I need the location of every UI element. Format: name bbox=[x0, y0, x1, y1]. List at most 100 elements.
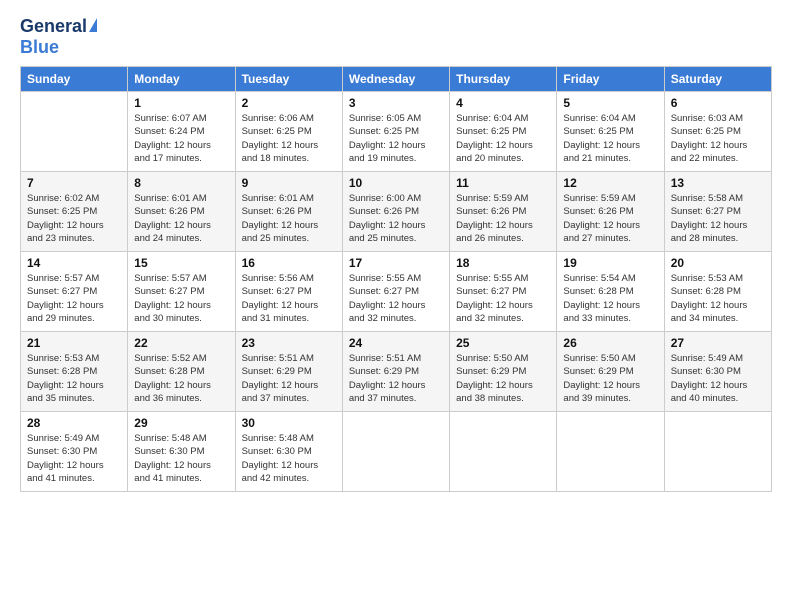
logo-blue-text: Blue bbox=[20, 37, 59, 57]
calendar-cell: 17 Sunrise: 5:55 AM Sunset: 6:27 PM Dayli… bbox=[342, 252, 449, 332]
calendar-table: SundayMondayTuesdayWednesdayThursdayFrid… bbox=[20, 66, 772, 492]
day-number: 16 bbox=[242, 256, 336, 270]
day-number: 20 bbox=[671, 256, 765, 270]
day-info: Sunrise: 5:53 AM Sunset: 6:28 PM Dayligh… bbox=[671, 272, 765, 325]
day-number: 10 bbox=[349, 176, 443, 190]
day-number: 19 bbox=[563, 256, 657, 270]
day-info: Sunrise: 6:03 AM Sunset: 6:25 PM Dayligh… bbox=[671, 112, 765, 165]
day-number: 1 bbox=[134, 96, 228, 110]
day-info: Sunrise: 5:48 AM Sunset: 6:30 PM Dayligh… bbox=[242, 432, 336, 485]
calendar-cell bbox=[664, 412, 771, 492]
calendar-cell: 16 Sunrise: 5:56 AM Sunset: 6:27 PM Dayli… bbox=[235, 252, 342, 332]
calendar-cell: 23Sunrise: 5:51 AM Sunset: 6:29 PM Dayli… bbox=[235, 332, 342, 412]
day-number: 28 bbox=[27, 416, 121, 430]
day-number: 9 bbox=[242, 176, 336, 190]
day-number: 18 bbox=[456, 256, 550, 270]
calendar-cell: 11 Sunrise: 5:59 AM Sunset: 6:26 PM Dayli… bbox=[450, 172, 557, 252]
day-number: 7 bbox=[27, 176, 121, 190]
day-info: Sunrise: 5:56 AM Sunset: 6:27 PM Dayligh… bbox=[242, 272, 336, 325]
calendar-cell: 29 Sunrise: 5:48 AM Sunset: 6:30 PM Dayli… bbox=[128, 412, 235, 492]
day-number: 8 bbox=[134, 176, 228, 190]
day-number: 21 bbox=[27, 336, 121, 350]
day-info: Sunrise: 6:01 AM Sunset: 6:26 PM Dayligh… bbox=[134, 192, 228, 245]
day-info: Sunrise: 5:54 AM Sunset: 6:28 PM Dayligh… bbox=[563, 272, 657, 325]
day-number: 25 bbox=[456, 336, 550, 350]
day-info: Sunrise: 6:07 AM Sunset: 6:24 PM Dayligh… bbox=[134, 112, 228, 165]
calendar-cell: 30 Sunrise: 5:48 AM Sunset: 6:30 PM Dayli… bbox=[235, 412, 342, 492]
day-number: 15 bbox=[134, 256, 228, 270]
calendar-cell: 24 Sunrise: 5:51 AM Sunset: 6:29 PM Dayli… bbox=[342, 332, 449, 412]
day-info: Sunrise: 6:04 AM Sunset: 6:25 PM Dayligh… bbox=[456, 112, 550, 165]
day-info: Sunrise: 5:50 AM Sunset: 6:29 PM Dayligh… bbox=[456, 352, 550, 405]
calendar-cell bbox=[21, 92, 128, 172]
calendar-cell bbox=[557, 412, 664, 492]
calendar-cell: 5 Sunrise: 6:04 AM Sunset: 6:25 PM Daylig… bbox=[557, 92, 664, 172]
weekday-header-sunday: Sunday bbox=[21, 67, 128, 92]
day-info: Sunrise: 6:02 AM Sunset: 6:25 PM Dayligh… bbox=[27, 192, 121, 245]
calendar-cell: 9 Sunrise: 6:01 AM Sunset: 6:26 PM Daylig… bbox=[235, 172, 342, 252]
calendar-cell: 7 Sunrise: 6:02 AM Sunset: 6:25 PM Daylig… bbox=[21, 172, 128, 252]
calendar-cell: 18 Sunrise: 5:55 AM Sunset: 6:27 PM Dayli… bbox=[450, 252, 557, 332]
day-info: Sunrise: 5:55 AM Sunset: 6:27 PM Dayligh… bbox=[349, 272, 443, 325]
day-info: Sunrise: 6:04 AM Sunset: 6:25 PM Dayligh… bbox=[563, 112, 657, 165]
calendar-cell: 10Sunrise: 6:00 AM Sunset: 6:26 PM Dayli… bbox=[342, 172, 449, 252]
day-number: 13 bbox=[671, 176, 765, 190]
calendar-cell: 13 Sunrise: 5:58 AM Sunset: 6:27 PM Dayli… bbox=[664, 172, 771, 252]
calendar-cell: 8 Sunrise: 6:01 AM Sunset: 6:26 PM Daylig… bbox=[128, 172, 235, 252]
calendar-cell: 14 Sunrise: 5:57 AM Sunset: 6:27 PM Dayli… bbox=[21, 252, 128, 332]
weekday-header-wednesday: Wednesday bbox=[342, 67, 449, 92]
day-number: 11 bbox=[456, 176, 550, 190]
calendar-week-row: 28 Sunrise: 5:49 AM Sunset: 6:30 PM Dayli… bbox=[21, 412, 772, 492]
day-number: 5 bbox=[563, 96, 657, 110]
weekday-header-monday: Monday bbox=[128, 67, 235, 92]
calendar-cell: 26Sunrise: 5:50 AM Sunset: 6:29 PM Dayli… bbox=[557, 332, 664, 412]
calendar-cell: 19 Sunrise: 5:54 AM Sunset: 6:28 PM Dayli… bbox=[557, 252, 664, 332]
calendar-cell: 12 Sunrise: 5:59 AM Sunset: 6:26 PM Dayli… bbox=[557, 172, 664, 252]
calendar-cell: 22Sunrise: 5:52 AM Sunset: 6:28 PM Dayli… bbox=[128, 332, 235, 412]
logo-triangle-icon bbox=[89, 18, 97, 32]
day-number: 4 bbox=[456, 96, 550, 110]
calendar-cell: 20 Sunrise: 5:53 AM Sunset: 6:28 PM Dayli… bbox=[664, 252, 771, 332]
day-info: Sunrise: 5:49 AM Sunset: 6:30 PM Dayligh… bbox=[27, 432, 121, 485]
calendar-week-row: 14 Sunrise: 5:57 AM Sunset: 6:27 PM Dayli… bbox=[21, 252, 772, 332]
day-info: Sunrise: 6:05 AM Sunset: 6:25 PM Dayligh… bbox=[349, 112, 443, 165]
weekday-header-thursday: Thursday bbox=[450, 67, 557, 92]
day-info: Sunrise: 5:52 AM Sunset: 6:28 PM Dayligh… bbox=[134, 352, 228, 405]
day-info: Sunrise: 6:06 AM Sunset: 6:25 PM Dayligh… bbox=[242, 112, 336, 165]
logo-general-text: General bbox=[20, 16, 87, 37]
day-number: 14 bbox=[27, 256, 121, 270]
day-info: Sunrise: 5:55 AM Sunset: 6:27 PM Dayligh… bbox=[456, 272, 550, 325]
weekday-header-friday: Friday bbox=[557, 67, 664, 92]
day-info: Sunrise: 6:01 AM Sunset: 6:26 PM Dayligh… bbox=[242, 192, 336, 245]
weekday-header-saturday: Saturday bbox=[664, 67, 771, 92]
day-info: Sunrise: 5:59 AM Sunset: 6:26 PM Dayligh… bbox=[456, 192, 550, 245]
day-info: Sunrise: 5:57 AM Sunset: 6:27 PM Dayligh… bbox=[134, 272, 228, 325]
calendar-cell: 27 Sunrise: 5:49 AM Sunset: 6:30 PM Dayli… bbox=[664, 332, 771, 412]
calendar-cell: 15 Sunrise: 5:57 AM Sunset: 6:27 PM Dayli… bbox=[128, 252, 235, 332]
day-info: Sunrise: 5:59 AM Sunset: 6:26 PM Dayligh… bbox=[563, 192, 657, 245]
day-number: 24 bbox=[349, 336, 443, 350]
day-info: Sunrise: 5:57 AM Sunset: 6:27 PM Dayligh… bbox=[27, 272, 121, 325]
calendar-cell: 4 Sunrise: 6:04 AM Sunset: 6:25 PM Daylig… bbox=[450, 92, 557, 172]
calendar-week-row: 7 Sunrise: 6:02 AM Sunset: 6:25 PM Daylig… bbox=[21, 172, 772, 252]
day-info: Sunrise: 5:51 AM Sunset: 6:29 PM Dayligh… bbox=[349, 352, 443, 405]
day-number: 12 bbox=[563, 176, 657, 190]
day-number: 27 bbox=[671, 336, 765, 350]
calendar-cell: 25 Sunrise: 5:50 AM Sunset: 6:29 PM Dayli… bbox=[450, 332, 557, 412]
day-info: Sunrise: 5:49 AM Sunset: 6:30 PM Dayligh… bbox=[671, 352, 765, 405]
day-number: 30 bbox=[242, 416, 336, 430]
calendar-cell: 6Sunrise: 6:03 AM Sunset: 6:25 PM Daylig… bbox=[664, 92, 771, 172]
calendar-cell: 28 Sunrise: 5:49 AM Sunset: 6:30 PM Dayli… bbox=[21, 412, 128, 492]
day-number: 29 bbox=[134, 416, 228, 430]
day-number: 26 bbox=[563, 336, 657, 350]
page-header: General Blue bbox=[20, 16, 772, 58]
day-info: Sunrise: 5:53 AM Sunset: 6:28 PM Dayligh… bbox=[27, 352, 121, 405]
day-info: Sunrise: 5:58 AM Sunset: 6:27 PM Dayligh… bbox=[671, 192, 765, 245]
day-number: 17 bbox=[349, 256, 443, 270]
calendar-week-row: 1 Sunrise: 6:07 AM Sunset: 6:24 PM Daylig… bbox=[21, 92, 772, 172]
logo: General Blue bbox=[20, 16, 97, 58]
day-number: 2 bbox=[242, 96, 336, 110]
day-info: Sunrise: 5:48 AM Sunset: 6:30 PM Dayligh… bbox=[134, 432, 228, 485]
calendar-cell bbox=[342, 412, 449, 492]
calendar-cell: 1 Sunrise: 6:07 AM Sunset: 6:24 PM Daylig… bbox=[128, 92, 235, 172]
